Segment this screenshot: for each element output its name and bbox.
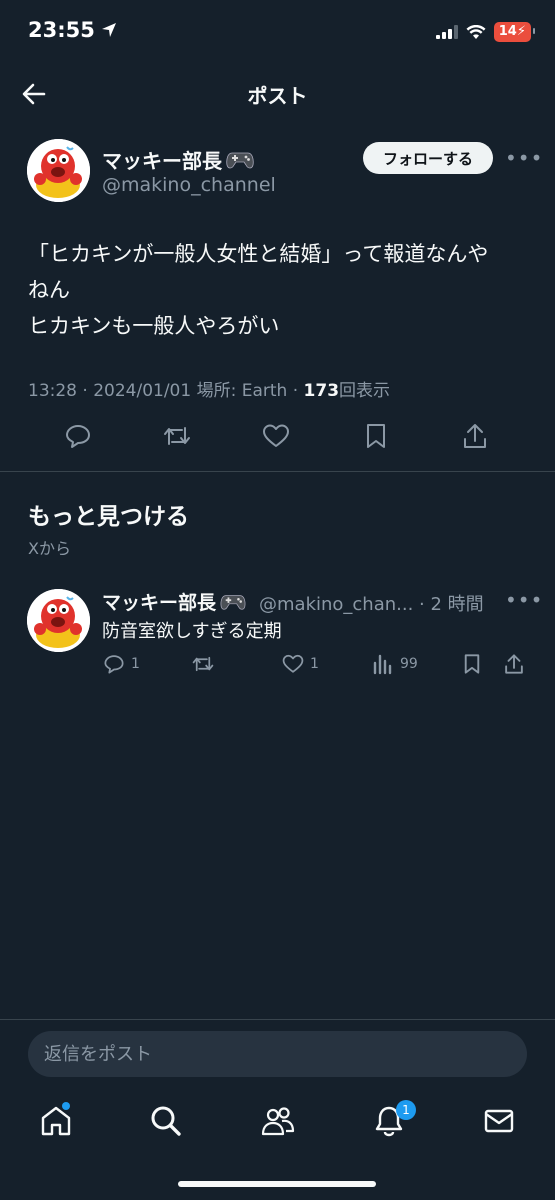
status-time-text: 23:55	[28, 18, 95, 42]
reply-item-bookmark-button[interactable]	[461, 653, 483, 675]
mail-icon	[484, 1109, 514, 1133]
reply-icon	[66, 425, 90, 448]
reply-button[interactable]	[64, 422, 94, 452]
share-button[interactable]	[461, 422, 491, 452]
author-handle[interactable]: @makino_channel	[102, 174, 276, 196]
follow-button[interactable]: フォローする	[363, 142, 493, 174]
reply-handle-time[interactable]: @makino_chan... · 2 時間	[259, 590, 484, 616]
cellular-signal-icon	[435, 25, 458, 39]
reply-icon	[104, 655, 124, 674]
author-name-text: マッキー部長	[102, 149, 222, 173]
post-meta: 13:28 · 2024/01/01 場所: Earth · 173回表示	[28, 376, 390, 401]
home-unread-dot	[62, 1102, 70, 1110]
view-count-label: 回表示	[339, 381, 391, 401]
reply-item-like-button[interactable]: 1	[282, 653, 319, 675]
reply-more-options-icon[interactable]: •••	[505, 588, 543, 612]
wifi-icon	[466, 24, 486, 39]
status-indicators: 14⚡	[435, 22, 536, 42]
discover-title: もっと見つける	[28, 504, 189, 530]
like-button[interactable]	[262, 422, 292, 452]
reply-author-avatar[interactable]	[27, 589, 90, 652]
search-icon	[151, 1106, 181, 1136]
tab-messages[interactable]	[482, 1104, 516, 1138]
battery-indicator: 14⚡	[493, 22, 536, 42]
mascot-avatar-icon	[27, 589, 90, 652]
reply-author-name-text: マッキー部長	[102, 592, 217, 614]
game-controller-icon	[226, 152, 254, 168]
bookmark-icon	[367, 424, 385, 448]
reply-text: 防音室欲しすぎる定期	[102, 621, 282, 642]
view-count[interactable]: 173	[304, 381, 340, 401]
reply-item-reply-button[interactable]: 1	[103, 653, 140, 675]
post-meta-prefix: 13:28 · 2024/01/01 場所: Earth ·	[28, 381, 304, 401]
repost-icon	[164, 427, 190, 445]
tab-communities[interactable]	[260, 1104, 295, 1138]
location-arrow-icon	[101, 23, 116, 37]
repost-icon	[192, 656, 214, 672]
people-icon	[261, 1107, 295, 1136]
page-title: ポスト	[247, 84, 308, 108]
notifications-badge: 1	[396, 1100, 416, 1120]
game-controller-icon	[220, 594, 246, 610]
status-time: 23:55	[28, 18, 117, 42]
heart-icon	[263, 424, 289, 447]
reply-count: 1	[131, 656, 140, 672]
battery-level: 14	[498, 24, 517, 39]
repost-button[interactable]	[162, 422, 192, 452]
reply-view-count: 99	[400, 656, 418, 672]
author-avatar[interactable]	[27, 139, 90, 202]
bookmark-button[interactable]	[362, 422, 392, 452]
share-icon	[505, 654, 523, 674]
home-indicator	[178, 1181, 376, 1187]
reply-item-views-button[interactable]: 99	[372, 653, 418, 675]
share-icon	[464, 424, 486, 448]
composer-divider	[0, 1019, 555, 1020]
reply-author-name[interactable]: マッキー部長	[102, 588, 246, 615]
author-name[interactable]: マッキー部長	[102, 145, 254, 174]
section-divider	[0, 471, 555, 472]
more-options-icon[interactable]: •••	[505, 146, 543, 170]
like-count: 1	[310, 656, 319, 672]
charging-bolt-icon: ⚡	[516, 24, 526, 39]
reply-item-repost-button[interactable]	[191, 653, 215, 675]
heart-icon	[282, 654, 304, 673]
reply-composer-input[interactable]	[28, 1031, 527, 1077]
tab-search[interactable]	[149, 1104, 183, 1138]
bookmark-icon	[464, 654, 480, 674]
reply-item-share-button[interactable]	[503, 653, 525, 675]
analytics-bars-icon	[373, 654, 392, 675]
post-actions	[28, 420, 528, 454]
discover-subtitle: Xから	[28, 539, 71, 558]
post-text: 「ヒカキンが一般人女性と結婚」って報道なんや ねん ヒカキンも一般人やろがい	[28, 242, 489, 338]
mascot-avatar-icon	[27, 139, 90, 202]
